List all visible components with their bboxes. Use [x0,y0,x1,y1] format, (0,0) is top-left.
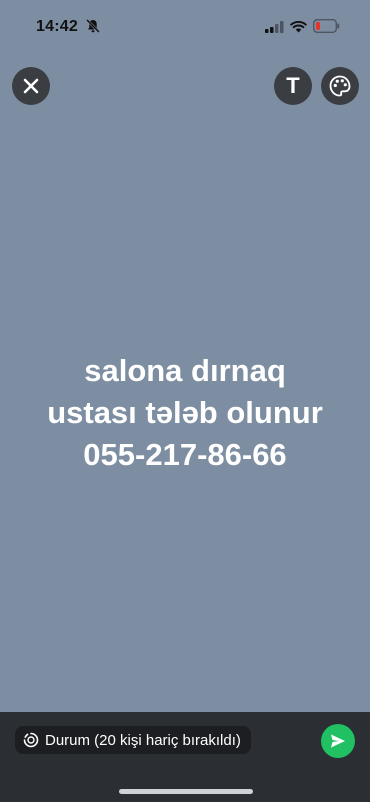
status-ring-icon [23,732,39,748]
story-text-line-1: salona dırnaq [84,353,286,388]
bell-slash-icon [86,19,100,33]
battery-low-icon [313,19,340,33]
close-button[interactable] [12,67,50,105]
story-text-line-2: ustası tələb olunur [47,395,323,430]
story-text[interactable]: salona dırnaq ustası tələb olunur 055-21… [0,350,370,476]
palette-icon [329,75,351,97]
send-button[interactable] [321,724,355,758]
close-icon [23,78,39,94]
text-tool-label: T [286,73,300,98]
status-audience-label: Durum (20 kişi hariç bırakıldı) [45,731,241,749]
story-text-line-3: 055-217-86-66 [83,437,287,472]
status-time: 14:42 [36,18,78,35]
color-palette-button[interactable] [321,67,359,105]
wifi-icon [290,21,307,33]
home-indicator[interactable] [119,789,253,794]
text-tool-button[interactable]: T [274,67,312,105]
status-bar: 14:42 [0,0,370,50]
cellular-signal-icon [265,21,284,33]
send-icon [331,734,345,748]
bottom-bar: Durum (20 kişi hariç bırakıldı) [0,712,370,802]
status-audience-button[interactable]: Durum (20 kişi hariç bırakıldı) [15,726,251,754]
